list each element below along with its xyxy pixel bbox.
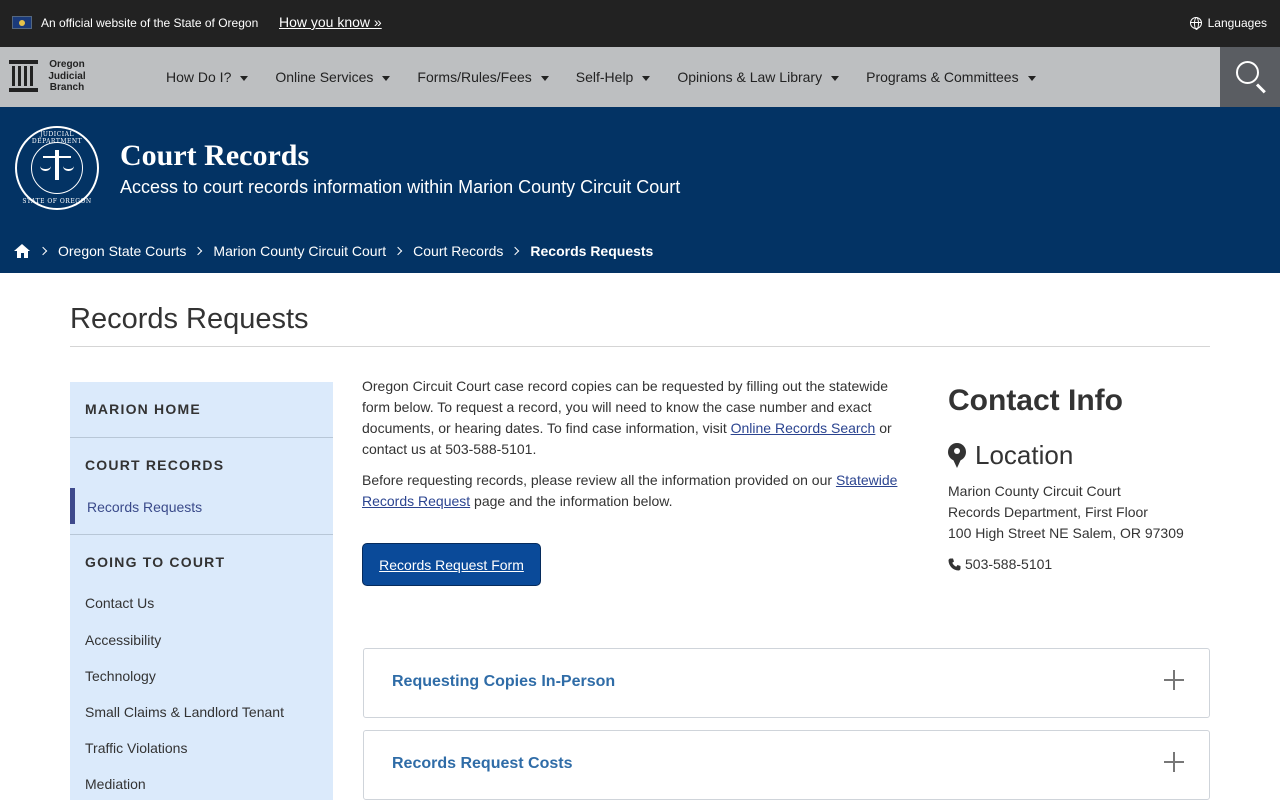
sidebar-item-accessibility[interactable]: Accessibility xyxy=(85,632,161,648)
chevron-right-icon xyxy=(38,246,48,256)
intro-paragraph: Oregon Circuit Court case record copies … xyxy=(362,378,892,457)
page-title: Records Requests xyxy=(70,303,309,335)
sidebar-item-traffic-violations[interactable]: Traffic Violations xyxy=(85,740,187,756)
nav-how-do-i[interactable]: How Do I? xyxy=(166,69,249,85)
sidebar: MARION HOME COURT RECORDS Records Reques… xyxy=(70,382,333,800)
sidebar-going-to-court[interactable]: GOING TO COURT xyxy=(85,554,225,570)
sidebar-item-contact-us[interactable]: Contact Us xyxy=(85,595,154,611)
how-you-know-link[interactable]: How you know » xyxy=(279,14,382,30)
accordion-request-costs[interactable]: Records Request Costs xyxy=(363,730,1210,800)
sidebar-item-records-requests[interactable]: Records Requests xyxy=(70,488,333,524)
breadcrumb-oregon-state-courts[interactable]: Oregon State Courts xyxy=(58,243,186,259)
breadcrumb-current: Records Requests xyxy=(530,243,654,259)
plus-icon xyxy=(1164,752,1184,772)
hero-title: Court Records xyxy=(120,139,310,172)
official-text: An official website of the State of Oreg… xyxy=(41,16,259,30)
globe-icon xyxy=(1189,17,1202,30)
phone: 503-588-5101 xyxy=(948,556,1052,572)
caret-down-icon xyxy=(240,75,249,81)
chevron-right-icon xyxy=(511,246,520,256)
review-paragraph: Before requesting records, please review… xyxy=(362,472,898,509)
hero-subtitle: Access to court records information with… xyxy=(120,177,681,197)
chevron-right-icon xyxy=(393,246,403,256)
caret-down-icon xyxy=(540,75,549,81)
nav-opinions-law-library[interactable]: Opinions & Law Library xyxy=(677,69,840,85)
ojd-logo[interactable]: Oregon Judicial Branch xyxy=(9,58,89,96)
caret-down-icon xyxy=(642,75,651,81)
accordion-requesting-copies[interactable]: Requesting Copies In-Person xyxy=(363,648,1210,718)
sidebar-marion-home[interactable]: MARION HOME xyxy=(85,401,201,417)
records-request-form-button[interactable]: Records Request Form xyxy=(362,543,541,586)
sidebar-item-technology[interactable]: Technology xyxy=(85,668,156,684)
nav-forms-rules-fees[interactable]: Forms/Rules/Fees xyxy=(417,69,549,85)
location-heading: Location xyxy=(948,440,1073,471)
chevron-right-icon xyxy=(194,246,203,256)
nav-online-services[interactable]: Online Services xyxy=(275,69,391,85)
address: Marion County Circuit Court Records Depa… xyxy=(948,483,1184,541)
caret-down-icon xyxy=(1027,75,1036,81)
sidebar-item-small-claims[interactable]: Small Claims & Landlord Tenant xyxy=(85,704,284,720)
map-pin-icon xyxy=(948,442,966,469)
judicial-seal: JUDICIAL DEPARTMENT STATE OF OREGON xyxy=(15,126,99,210)
official-banner: An official website of the State of Oreg… xyxy=(0,0,1280,47)
phone-icon xyxy=(948,558,961,571)
nav-self-help[interactable]: Self-Help xyxy=(576,69,651,85)
languages-button[interactable]: Languages xyxy=(1189,16,1267,30)
contact-info-title: Contact Info xyxy=(948,384,1123,417)
search-icon xyxy=(1236,61,1259,84)
nav-programs-committees[interactable]: Programs & Committees xyxy=(866,69,1036,85)
main-content: Oregon Circuit Court case record copies … xyxy=(362,376,907,522)
logo-text: Oregon Judicial Branch xyxy=(48,59,86,93)
plus-icon xyxy=(1164,670,1184,690)
breadcrumb-court-records[interactable]: Court Records xyxy=(413,243,503,259)
home-icon[interactable] xyxy=(14,244,31,258)
languages-label: Languages xyxy=(1207,16,1267,30)
title-divider xyxy=(70,346,1210,347)
main-nav: Oregon Judicial Branch How Do I? Online … xyxy=(0,47,1280,107)
sidebar-court-records[interactable]: COURT RECORDS xyxy=(85,457,224,473)
caret-down-icon xyxy=(382,75,391,81)
online-records-search-link[interactable]: Online Records Search xyxy=(731,420,876,436)
breadcrumb-marion-county[interactable]: Marion County Circuit Court xyxy=(213,243,386,259)
caret-down-icon xyxy=(831,75,840,81)
sidebar-item-mediation[interactable]: Mediation xyxy=(85,776,146,792)
search-button[interactable] xyxy=(1220,47,1280,107)
breadcrumb: Oregon State Courts Marion County Circui… xyxy=(14,243,653,259)
oregon-flag-icon xyxy=(12,16,32,29)
pillar-icon xyxy=(9,58,39,94)
hero-banner: JUDICIAL DEPARTMENT STATE OF OREGON Cour… xyxy=(0,107,1280,273)
